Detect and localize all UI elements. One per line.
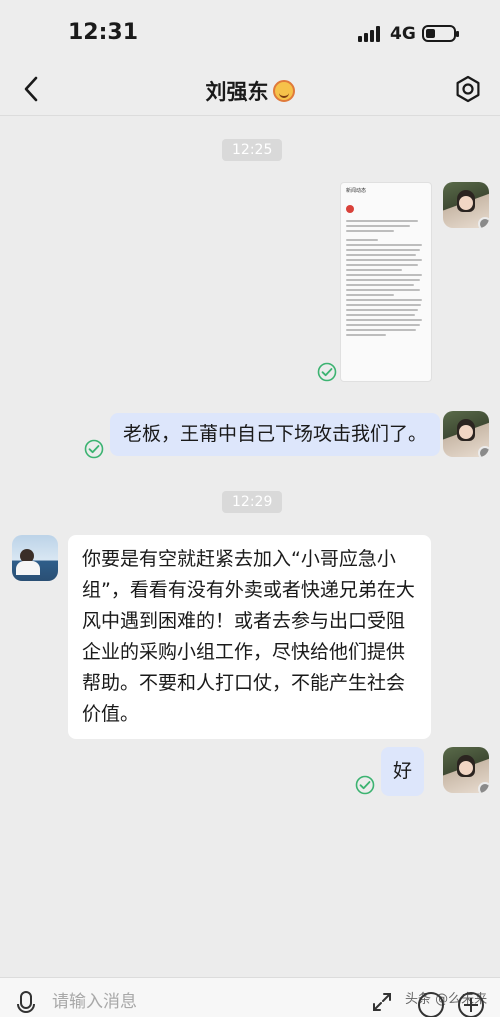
microphone-icon[interactable] [15,990,37,1017]
status-time: 12:31 [68,20,139,45]
read-check-icon [84,439,104,459]
network-type: 4G [390,24,416,44]
avatar-badge-icon [478,217,489,228]
contact-avatar[interactable] [12,535,58,581]
settings-icon[interactable] [454,75,482,103]
read-check-icon [317,362,337,382]
my-avatar[interactable] [443,411,489,457]
avatar-badge-icon [478,446,489,457]
message-input[interactable] [52,986,212,1017]
chat-area[interactable]: 12:25 新闻动态 老板，王莆中自己下场攻击我们了。 12:29 你要是有空就… [0,117,500,977]
expand-icon[interactable] [372,992,392,1012]
message-bubble-sent[interactable]: 老板，王莆中自己下场攻击我们了。 [110,413,441,456]
timestamp: 12:29 [222,491,283,513]
image-message[interactable]: 新闻动态 [340,182,432,382]
timestamp: 12:25 [222,139,283,161]
image-title: 新闻动态 [346,188,367,194]
my-avatar[interactable] [443,182,489,228]
avatar-badge-icon [478,782,489,793]
contact-name: 刘强东 [0,76,500,106]
my-avatar[interactable] [443,747,489,793]
smiley-emoji-icon [272,80,295,102]
image-profile-icon [346,204,354,213]
signal-icon [358,26,382,42]
input-bar: 头条 @么未来 [0,977,500,1017]
status-bar: 12:31 4G [0,0,500,62]
message-bubble-sent[interactable]: 好 [381,747,425,796]
message-bubble-received[interactable]: 你要是有空就赶紧去加入“小哥应急小组”，看看有没有外卖或者快递兄弟在大风中遇到困… [68,535,431,739]
contact-name-text: 刘强东 [205,80,269,104]
chat-header: 刘强东 [0,62,500,116]
battery-icon [422,25,459,42]
emoji-button[interactable] [418,992,444,1017]
read-check-icon [355,775,375,795]
add-button[interactable] [458,992,484,1017]
